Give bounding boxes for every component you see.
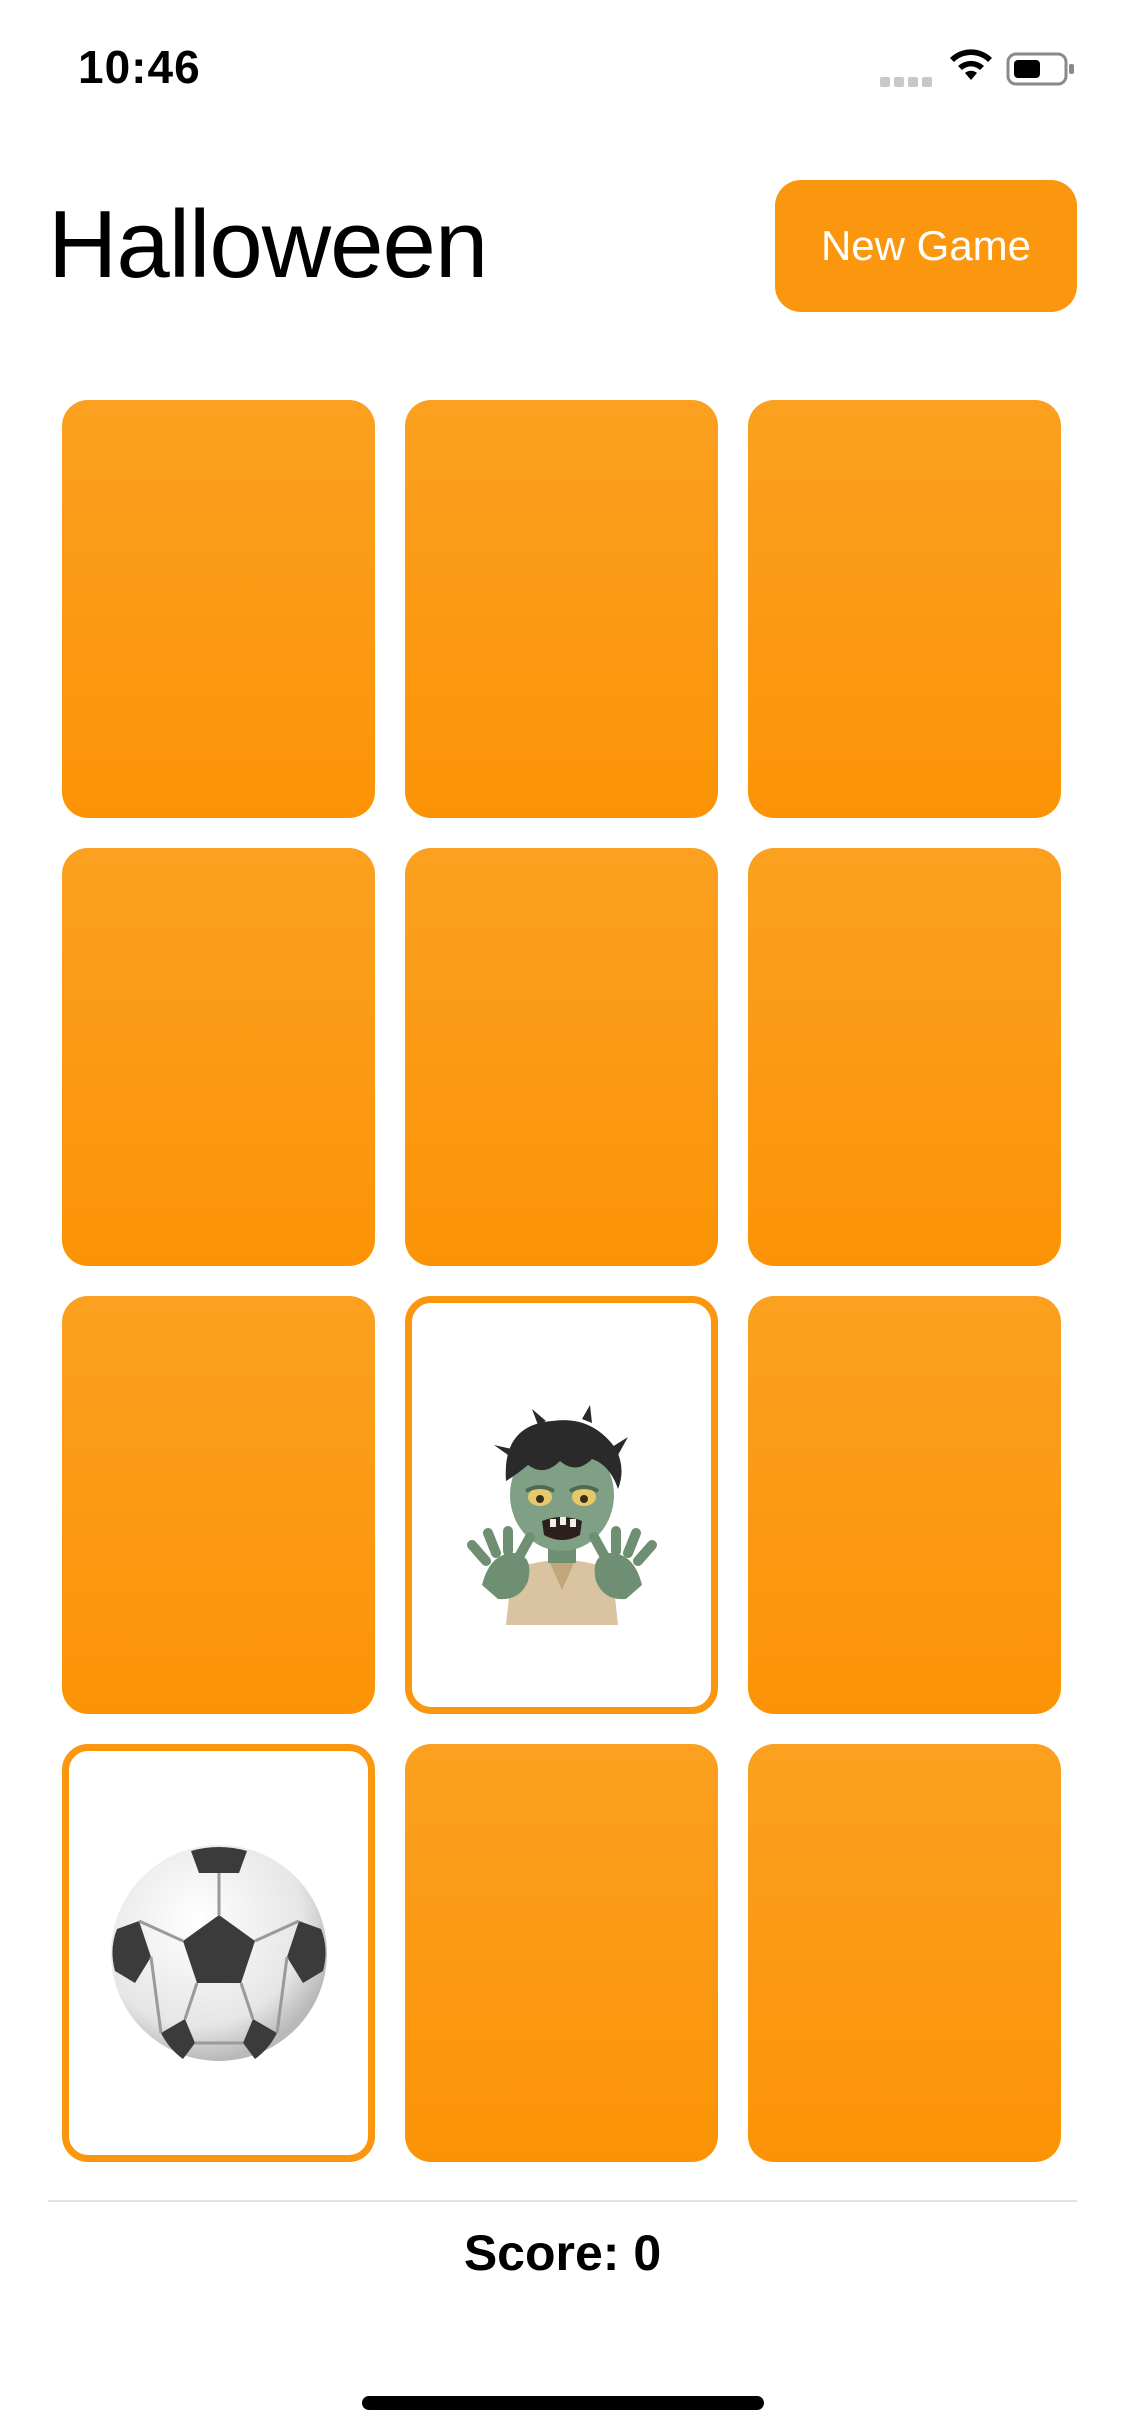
- new-game-button[interactable]: New Game: [775, 180, 1077, 312]
- card-face-down[interactable]: [748, 848, 1061, 1266]
- signal-icon: [880, 74, 936, 87]
- card-face-down[interactable]: [748, 400, 1061, 818]
- battery-icon: [1006, 50, 1076, 88]
- home-indicator[interactable]: [362, 2396, 764, 2410]
- page-title: Halloween: [48, 191, 488, 298]
- status-time: 10:46: [78, 41, 201, 93]
- divider: [48, 2200, 1077, 2202]
- card-face-down[interactable]: [405, 1744, 718, 2162]
- status-bar: 10:46: [0, 0, 1125, 140]
- wifi-icon: [946, 44, 996, 84]
- card-grid: [62, 400, 1062, 2162]
- card-face-up-zombie[interactable]: [405, 1296, 718, 1714]
- card-face-down[interactable]: [62, 1296, 375, 1714]
- card-face-down[interactable]: [405, 400, 718, 818]
- card-content: [69, 1751, 368, 2155]
- score-label: Score: 0: [463, 2225, 662, 2281]
- card-face-down[interactable]: [62, 848, 375, 1266]
- zombie-icon: [466, 1405, 657, 1625]
- card-face-down[interactable]: [62, 400, 375, 818]
- soccer-ball-icon: [110, 1845, 327, 2061]
- card-content: [412, 1303, 711, 1707]
- card-face-down[interactable]: [748, 1296, 1061, 1714]
- card-face-down[interactable]: [405, 848, 718, 1266]
- card-face-up-soccer-ball[interactable]: [62, 1744, 375, 2162]
- card-face-down[interactable]: [748, 1744, 1061, 2162]
